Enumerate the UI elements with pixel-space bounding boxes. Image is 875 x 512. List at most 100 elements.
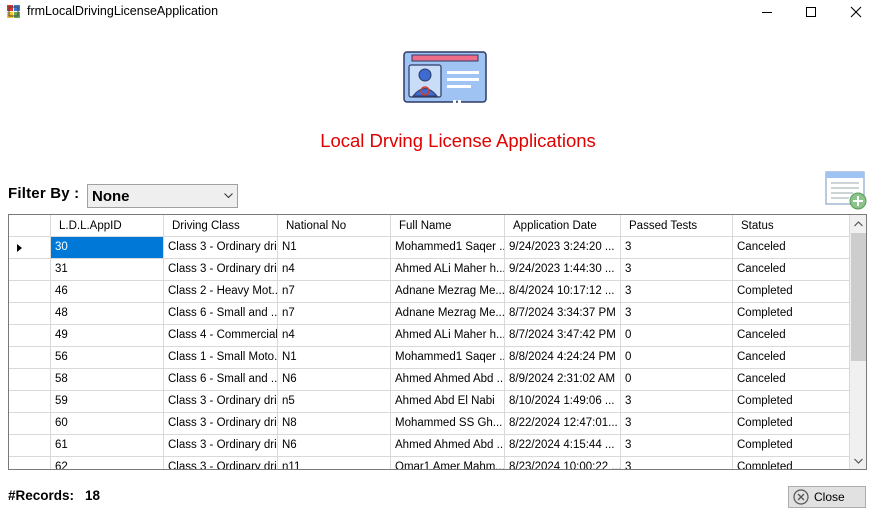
table-row[interactable]: 46 Class 2 - Heavy Mot... n7 Adnane Mezrag …: [9, 281, 850, 303]
status-cell[interactable]: Completed: [733, 391, 850, 413]
row-header[interactable]: [9, 281, 51, 303]
passed-tests-cell[interactable]: 3: [621, 391, 733, 413]
application-date-cell[interactable]: 9/24/2023 3:24:20 ...: [505, 237, 621, 259]
minimize-button[interactable]: [744, 0, 790, 24]
status-cell[interactable]: Canceled: [733, 369, 850, 391]
application-date-cell[interactable]: 8/22/2024 4:15:44 ...: [505, 435, 621, 457]
applications-grid[interactable]: L.D.L.AppID Driving Class National No Fu…: [8, 214, 867, 470]
passed-tests-cell[interactable]: 3: [621, 435, 733, 457]
passed-tests-cell[interactable]: 3: [621, 413, 733, 435]
full-name-cell[interactable]: Ahmed ALi Maher h...: [391, 325, 505, 347]
full-name-cell[interactable]: Mohammed1 Saqer ...: [391, 347, 505, 369]
application-date-cell[interactable]: 8/22/2024 12:47:01...: [505, 413, 621, 435]
table-row[interactable]: 61 Class 3 - Ordinary dri... N6 Ahmed Ahmed…: [9, 435, 850, 457]
passed-tests-cell[interactable]: 0: [621, 369, 733, 391]
table-row[interactable]: 48 Class 6 - Small and ... n7 Adnane Mezrag…: [9, 303, 850, 325]
ldl-app-id-cell[interactable]: 60: [51, 413, 164, 435]
application-date-cell[interactable]: 8/9/2024 2:31:02 AM: [505, 369, 621, 391]
row-header[interactable]: [9, 391, 51, 413]
national-no-cell[interactable]: N6: [278, 369, 391, 391]
passed-tests-cell[interactable]: 0: [621, 325, 733, 347]
passed-tests-cell[interactable]: 3: [621, 303, 733, 325]
application-date-cell[interactable]: 8/10/2024 1:49:06 ...: [505, 391, 621, 413]
filter-by-select[interactable]: None: [87, 184, 238, 208]
table-row[interactable]: 49 Class 4 - Commercial n4 Ahmed ALi Maher …: [9, 325, 850, 347]
full-name-cell[interactable]: Ahmed Abd El Nabi: [391, 391, 505, 413]
driving-class-cell[interactable]: Class 3 - Ordinary dri...: [164, 413, 278, 435]
full-name-cell[interactable]: Mohammed SS Gh...: [391, 413, 505, 435]
passed-tests-cell[interactable]: 3: [621, 457, 733, 469]
ldl-app-id-cell[interactable]: 30: [51, 237, 164, 259]
driving-class-cell[interactable]: Class 3 - Ordinary dri...: [164, 237, 278, 259]
status-cell[interactable]: Canceled: [733, 237, 850, 259]
driving-class-cell[interactable]: Class 3 - Ordinary dri...: [164, 457, 278, 469]
full-name-cell[interactable]: Mohammed1 Saqer ...: [391, 237, 505, 259]
national-no-cell[interactable]: N1: [278, 237, 391, 259]
column-header[interactable]: Status: [733, 215, 850, 237]
national-no-cell[interactable]: N8: [278, 413, 391, 435]
ldl-app-id-cell[interactable]: 59: [51, 391, 164, 413]
national-no-cell[interactable]: N6: [278, 435, 391, 457]
driving-class-cell[interactable]: Class 4 - Commercial: [164, 325, 278, 347]
application-date-cell[interactable]: 8/4/2024 10:17:12 ...: [505, 281, 621, 303]
passed-tests-cell[interactable]: 3: [621, 259, 733, 281]
status-cell[interactable]: Completed: [733, 281, 850, 303]
passed-tests-cell[interactable]: 0: [621, 347, 733, 369]
column-header[interactable]: L.D.L.AppID: [51, 215, 164, 237]
driving-class-cell[interactable]: Class 3 - Ordinary dri...: [164, 259, 278, 281]
driving-class-cell[interactable]: Class 2 - Heavy Mot...: [164, 281, 278, 303]
row-header[interactable]: [9, 303, 51, 325]
national-no-cell[interactable]: N1: [278, 347, 391, 369]
column-header[interactable]: Passed Tests: [621, 215, 733, 237]
national-no-cell[interactable]: n4: [278, 325, 391, 347]
ldl-app-id-cell[interactable]: 46: [51, 281, 164, 303]
row-header[interactable]: [9, 435, 51, 457]
row-header[interactable]: [9, 369, 51, 391]
ldl-app-id-cell[interactable]: 62: [51, 457, 164, 469]
table-row[interactable]: 31 Class 3 - Ordinary dri... n4 Ahmed ALi M…: [9, 259, 850, 281]
driving-class-cell[interactable]: Class 6 - Small and ...: [164, 369, 278, 391]
row-header[interactable]: [9, 413, 51, 435]
passed-tests-cell[interactable]: 3: [621, 237, 733, 259]
driving-class-cell[interactable]: Class 3 - Ordinary dri...: [164, 391, 278, 413]
status-cell[interactable]: Completed: [733, 303, 850, 325]
ldl-app-id-cell[interactable]: 58: [51, 369, 164, 391]
full-name-cell[interactable]: Adnane Mezrag Me...: [391, 303, 505, 325]
column-header[interactable]: Application Date: [505, 215, 621, 237]
row-header[interactable]: [9, 457, 51, 469]
status-cell[interactable]: Canceled: [733, 347, 850, 369]
application-date-cell[interactable]: 8/7/2024 3:34:37 PM: [505, 303, 621, 325]
full-name-cell[interactable]: Omar1 Amer Mahm...: [391, 457, 505, 469]
scroll-down-button[interactable]: [850, 452, 866, 469]
close-button[interactable]: Close: [788, 486, 866, 508]
national-no-cell[interactable]: n11: [278, 457, 391, 469]
table-row[interactable]: 62 Class 3 - Ordinary dri... n11 Omar1 Amer…: [9, 457, 850, 469]
column-header[interactable]: Full Name: [391, 215, 505, 237]
driving-class-cell[interactable]: Class 3 - Ordinary dri...: [164, 435, 278, 457]
national-no-cell[interactable]: n7: [278, 281, 391, 303]
ldl-app-id-cell[interactable]: 31: [51, 259, 164, 281]
ldl-app-id-cell[interactable]: 56: [51, 347, 164, 369]
status-cell[interactable]: Canceled: [733, 259, 850, 281]
application-date-cell[interactable]: 8/7/2024 3:47:42 PM: [505, 325, 621, 347]
application-date-cell[interactable]: 8/8/2024 4:24:24 PM: [505, 347, 621, 369]
passed-tests-cell[interactable]: 3: [621, 281, 733, 303]
status-cell[interactable]: Completed: [733, 457, 850, 469]
row-header[interactable]: [9, 347, 51, 369]
column-header[interactable]: Driving Class: [164, 215, 278, 237]
driving-class-cell[interactable]: Class 1 - Small Moto...: [164, 347, 278, 369]
scroll-up-button[interactable]: [850, 215, 866, 232]
table-row[interactable]: 56 Class 1 - Small Moto... N1 Mohammed1 Saq…: [9, 347, 850, 369]
close-window-button[interactable]: [833, 0, 875, 24]
add-application-icon[interactable]: [825, 171, 869, 211]
application-date-cell[interactable]: 8/23/2024 10:00:22 ...: [505, 457, 621, 469]
scroll-thumb[interactable]: [851, 233, 866, 361]
full-name-cell[interactable]: Ahmed ALi Maher h...: [391, 259, 505, 281]
table-row[interactable]: 30 Class 3 - Ordinary dri... N1 Mohammed1 S…: [9, 237, 850, 259]
national-no-cell[interactable]: n4: [278, 259, 391, 281]
ldl-app-id-cell[interactable]: 61: [51, 435, 164, 457]
status-cell[interactable]: Completed: [733, 435, 850, 457]
table-row[interactable]: 58 Class 6 - Small and ... N6 Ahmed Ahmed A…: [9, 369, 850, 391]
full-name-cell[interactable]: Ahmed Ahmed Abd ...: [391, 369, 505, 391]
status-cell[interactable]: Completed: [733, 413, 850, 435]
